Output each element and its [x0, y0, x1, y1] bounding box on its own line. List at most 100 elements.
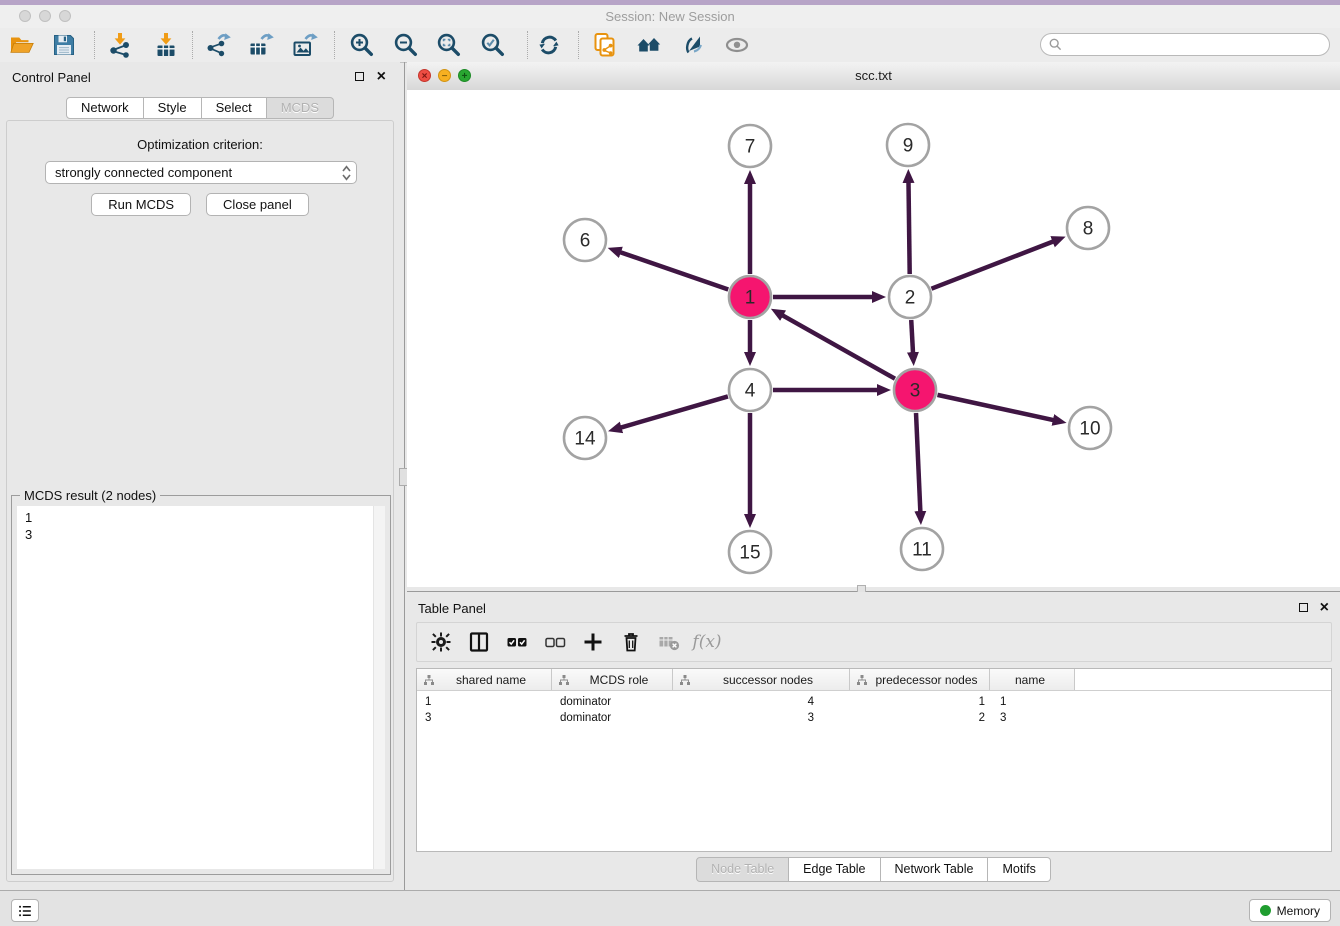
table-panel-close-icon[interactable]: × — [1320, 602, 1329, 614]
svg-text:15: 15 — [739, 543, 760, 564]
tab-style[interactable]: Style — [144, 97, 202, 119]
zoom-selected-icon[interactable] — [480, 32, 506, 58]
zoom-in-icon[interactable] — [349, 32, 375, 58]
close-panel-button[interactable]: Close panel — [206, 193, 309, 216]
network-graph[interactable]: 7 9 6 8 1 2 4 3 14 10 15 11 — [407, 90, 1340, 587]
tab-motifs[interactable]: Motifs — [988, 857, 1050, 882]
graph-edge-2-8[interactable] — [931, 241, 1053, 288]
fx-label: f(x) — [692, 632, 721, 652]
zoom-out-icon[interactable] — [393, 32, 419, 58]
cell-name[interactable]: 3 — [990, 712, 1075, 724]
run-mcds-button[interactable]: Run MCDS — [91, 193, 191, 216]
cell-successor-nodes[interactable]: 3 — [673, 712, 850, 724]
copy-network-icon[interactable] — [592, 32, 618, 58]
graph-node-14[interactable]: 14 — [564, 417, 606, 459]
memory-button[interactable]: Memory — [1249, 899, 1331, 922]
task-history-button[interactable] — [11, 899, 39, 922]
function-builder-icon[interactable]: f(x) — [696, 631, 718, 653]
cell-mcds-role[interactable]: dominator — [552, 712, 673, 724]
tab-mcds[interactable]: MCDS — [267, 97, 334, 119]
zoom-fit-icon[interactable] — [436, 32, 462, 58]
graph-edge-3-11[interactable] — [916, 413, 920, 512]
graph-edge-4-14[interactable] — [621, 396, 728, 427]
cell-predecessor-nodes[interactable]: 1 — [850, 696, 990, 708]
graph-node-1[interactable]: 1 — [729, 276, 771, 318]
import-network-icon[interactable] — [107, 32, 133, 58]
network-canvas[interactable]: 7 9 6 8 1 2 4 3 14 10 15 11 — [407, 90, 1340, 587]
graph-edge-3-1[interactable] — [782, 315, 895, 379]
show-column-icon[interactable] — [468, 631, 490, 653]
tree-icon — [423, 674, 435, 686]
export-network-icon[interactable] — [205, 32, 231, 58]
tab-network[interactable]: Network — [66, 97, 144, 119]
cell-name[interactable]: 1 — [990, 696, 1075, 708]
svg-text:14: 14 — [574, 429, 596, 450]
control-panel-float-icon[interactable] — [355, 72, 364, 81]
result-line: 1 — [25, 509, 385, 526]
style-visibility-icon[interactable] — [679, 32, 705, 58]
select-all-icon[interactable] — [506, 631, 528, 653]
cell-shared-name[interactable]: 1 — [417, 696, 552, 708]
cell-successor-nodes[interactable]: 4 — [673, 696, 850, 708]
control-panel-close-icon[interactable]: × — [377, 71, 386, 83]
criterion-select[interactable]: strongly connected component — [45, 161, 357, 184]
tree-icon — [856, 674, 868, 686]
table-panel-float-icon[interactable] — [1299, 603, 1308, 612]
add-row-icon[interactable] — [582, 631, 604, 653]
search-input[interactable] — [1067, 37, 1329, 53]
result-line: 3 — [25, 526, 385, 543]
svg-text:2: 2 — [905, 288, 916, 309]
column-header-successor-nodes[interactable]: successor nodes — [673, 669, 850, 690]
result-scrollbar[interactable] — [373, 506, 385, 869]
tree-icon — [558, 674, 570, 686]
graph-node-10[interactable]: 10 — [1069, 407, 1111, 449]
svg-text:11: 11 — [912, 540, 932, 561]
graph-node-11[interactable]: 11 — [901, 528, 943, 570]
svg-text:6: 6 — [580, 231, 591, 252]
table-row[interactable]: 1 dominator 4 1 1 — [417, 694, 1331, 710]
graph-edge-2-9[interactable] — [908, 182, 909, 274]
visibility-eye-icon[interactable] — [724, 32, 750, 58]
delete-table-icon[interactable] — [658, 631, 680, 653]
graph-edge-1-6[interactable] — [620, 252, 728, 289]
column-header-mcds-role[interactable]: MCDS role — [552, 669, 673, 690]
graph-node-2[interactable]: 2 — [889, 276, 931, 318]
save-session-icon[interactable] — [51, 32, 77, 58]
table-panel-title: Table Panel — [418, 601, 486, 616]
svg-text:3: 3 — [910, 381, 921, 402]
refresh-layout-icon[interactable] — [536, 32, 562, 58]
window-titlebar: Session: New Session — [0, 5, 1340, 29]
delete-row-icon[interactable] — [620, 631, 642, 653]
export-table-icon[interactable] — [248, 32, 274, 58]
tab-network-table[interactable]: Network Table — [881, 857, 989, 882]
open-session-icon[interactable] — [9, 32, 35, 58]
graph-node-6[interactable]: 6 — [564, 219, 606, 261]
export-image-icon[interactable] — [292, 32, 318, 58]
graph-edge-2-3[interactable] — [911, 320, 913, 353]
cell-shared-name[interactable]: 3 — [417, 712, 552, 724]
deselect-all-icon[interactable] — [544, 631, 566, 653]
tab-edge-table[interactable]: Edge Table — [789, 857, 880, 882]
tab-node-table[interactable]: Node Table — [696, 857, 789, 882]
cell-mcds-role[interactable]: dominator — [552, 696, 673, 708]
graph-node-3[interactable]: 3 — [894, 369, 936, 411]
graph-node-4[interactable]: 4 — [729, 369, 771, 411]
column-header-predecessor-nodes[interactable]: predecessor nodes — [850, 669, 990, 690]
table-toolbar: f(x) — [416, 622, 1332, 662]
graph-edge-3-10[interactable] — [937, 395, 1053, 420]
table-settings-gear-icon[interactable] — [430, 631, 452, 653]
status-bar: Memory — [0, 890, 1340, 926]
graph-node-15[interactable]: 15 — [729, 531, 771, 573]
graph-node-8[interactable]: 8 — [1067, 207, 1109, 249]
list-icon — [17, 903, 33, 919]
column-header-name[interactable]: name — [990, 669, 1075, 690]
graph-node-7[interactable]: 7 — [729, 125, 771, 167]
import-table-icon[interactable] — [153, 32, 179, 58]
column-header-shared-name[interactable]: shared name — [417, 669, 552, 690]
tab-select[interactable]: Select — [202, 97, 267, 119]
svg-text:7: 7 — [745, 137, 756, 158]
graph-node-9[interactable]: 9 — [887, 124, 929, 166]
table-row[interactable]: 3 dominator 3 2 3 — [417, 710, 1331, 726]
home-icon[interactable] — [636, 32, 662, 58]
cell-predecessor-nodes[interactable]: 2 — [850, 712, 990, 724]
